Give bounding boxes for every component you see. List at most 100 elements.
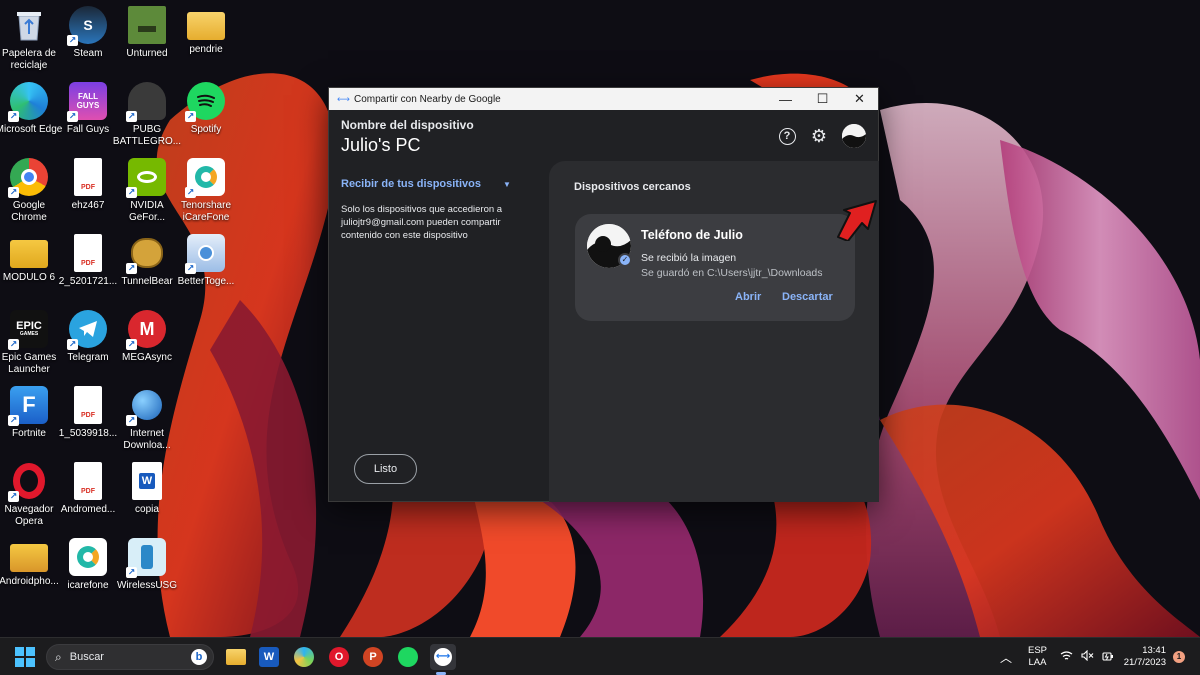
pdf-text: PDF	[81, 184, 95, 191]
notification-center-button[interactable]: 1	[1173, 638, 1185, 675]
saved-path: Se guardó en C:\Users\jjtr_\Downloads	[641, 267, 823, 279]
receive-dropdown[interactable]: Recibir de tus dispositivos ▼	[341, 178, 541, 190]
folder-icon	[10, 240, 48, 268]
system-tray-icons[interactable]	[1060, 638, 1114, 675]
desktop-icon-idm[interactable]: ↗ Internet Downloa...	[118, 386, 176, 458]
window-title: Compartir con Nearby de Google	[354, 93, 501, 105]
settings-button[interactable]: ⚙	[810, 126, 828, 146]
icarefone-icon	[69, 538, 107, 576]
desktop-icon-pdf-2[interactable]: PDF 2_5201721...	[59, 234, 117, 306]
folder-icon	[10, 544, 48, 572]
desktop-icon-pubg[interactable]: ↗ PUBG BATTLEGRO...	[113, 82, 181, 154]
help-icon: ?	[778, 127, 796, 145]
tunnelbear-icon: ↗	[126, 234, 166, 274]
desktop-icon-tunnelbear[interactable]: ↗ TunnelBear	[118, 234, 176, 306]
desktop-icon-megasync[interactable]: M ↗ MEGAsync	[118, 310, 176, 382]
desktop-icon-label: MEGAsync	[121, 352, 172, 363]
desktop-icon-label: copia	[135, 504, 159, 515]
device-name: Julio's PC	[341, 135, 421, 155]
chevron-down-icon: ▼	[502, 179, 511, 189]
nearby-share-icon: ⟷	[434, 648, 452, 666]
nearby-share-taskbar-button[interactable]: ⟷	[430, 644, 456, 670]
desktop-icon-opera[interactable]: ↗ Navegador Opera	[0, 462, 58, 534]
device-name-section: Nombre del dispositivo Julio's PC	[341, 118, 474, 156]
file-explorer-button[interactable]	[225, 646, 247, 668]
maximize-button[interactable]: ☐	[804, 88, 841, 110]
desktop-icon-label: Spotify	[190, 124, 222, 135]
desktop-icon-steam[interactable]: S ↗ Steam	[59, 6, 117, 78]
account-avatar[interactable]	[842, 124, 866, 148]
nearby-share-icon: ⟷	[337, 94, 350, 104]
desktop-icon-recycle-bin[interactable]: Papelera de reciclaje	[0, 6, 58, 78]
done-button[interactable]: Listo	[354, 454, 417, 484]
language-code: ESP	[1028, 645, 1048, 656]
desktop-icon-label: BetterToge...	[177, 276, 235, 287]
steam-text: S	[83, 17, 93, 33]
file-explorer-icon	[226, 649, 246, 665]
epic-games-icon: EPIC GAMES ↗	[8, 310, 48, 350]
desktop-icon-edge[interactable]: ↗ Microsoft Edge	[0, 82, 62, 154]
fortnite-icon: F ↗	[8, 386, 48, 426]
chevron-up-icon: ︿	[1000, 650, 1013, 665]
word-text: W	[139, 473, 155, 489]
word-icon: W	[132, 462, 162, 500]
steam-icon: S ↗	[67, 6, 107, 46]
mega-text: M	[139, 318, 155, 339]
desktop-icon-nvidia[interactable]: ↗ NVIDIA GeFor...	[118, 158, 176, 230]
edge-icon: ↗	[8, 82, 48, 122]
desktop-icon-label: Tenorshare iCareFone	[180, 200, 232, 223]
taskbar-search[interactable]: ⌕ Buscar b	[46, 644, 214, 670]
opera-taskbar-button[interactable]: O	[328, 646, 350, 668]
unturned-icon	[128, 6, 166, 44]
desktop-icon-pendrie[interactable]: pendrie	[177, 6, 235, 78]
desktop-icon-fortnite[interactable]: F ↗ Fortnite	[0, 386, 58, 458]
powerpoint-taskbar-button[interactable]: P	[362, 646, 384, 668]
desktop-icon-fall-guys[interactable]: FALL GUYS ↗ Fall Guys	[59, 82, 117, 154]
desktop-icon-copia[interactable]: W copia	[118, 462, 176, 534]
check-icon: ✓	[618, 253, 632, 267]
open-button[interactable]: Abrir	[735, 291, 761, 303]
clock[interactable]: 13:41 21/7/2023	[1120, 638, 1166, 675]
window-titlebar[interactable]: ⟷ Compartir con Nearby de Google — ☐ ✕	[329, 88, 878, 110]
start-button[interactable]	[14, 646, 36, 668]
desktop-icon-telegram[interactable]: ↗ Telegram	[59, 310, 117, 382]
telegram-icon: ↗	[67, 310, 107, 350]
word-icon: W	[259, 647, 279, 667]
nearby-share-window: ⟷ Compartir con Nearby de Google — ☐ ✕ N…	[328, 87, 879, 502]
word-taskbar-button[interactable]: W	[258, 646, 280, 668]
desktop-icon-spotify[interactable]: ↗ Spotify	[177, 82, 235, 154]
photos-taskbar-button[interactable]	[293, 646, 315, 668]
desktop-icon-pdf-1[interactable]: PDF 1_5039918...	[59, 386, 117, 458]
device-card: ✓ Teléfono de Julio Se recibió la imagen…	[575, 214, 855, 321]
desktop-icon-androidphone[interactable]: Androidpho...	[0, 538, 59, 610]
opera-icon: ↗	[8, 462, 48, 502]
minimize-button[interactable]: —	[767, 88, 804, 110]
icarefone-icon: ↗	[185, 158, 225, 198]
desktop-icon-tenorshare[interactable]: ↗ Tenorshare iCareFone	[177, 158, 235, 230]
spotify-taskbar-button[interactable]	[397, 646, 419, 668]
nearby-devices-title: Dispositivos cercanos	[574, 181, 691, 193]
desktop-icon-modulo6[interactable]: MODULO 6	[0, 234, 58, 306]
opera-icon: O	[329, 647, 349, 667]
spotify-icon: ↗	[185, 82, 225, 122]
desktop-icon-ehz467[interactable]: PDF ehz467	[59, 158, 117, 230]
folder-icon	[187, 12, 225, 40]
desktop-icon-icarefone[interactable]: icarefone	[59, 538, 117, 610]
tray-overflow-button[interactable]: ︿	[1000, 638, 1012, 675]
close-button[interactable]: ✕	[841, 88, 878, 110]
desktop-icon-label: WirelessUSG	[116, 580, 177, 591]
language-indicator[interactable]: ESP LAA	[1028, 638, 1047, 675]
wirelessusg-icon: ↗	[126, 538, 166, 578]
desktop-icon-chrome[interactable]: ↗ Google Chrome	[0, 158, 58, 230]
desktop-icon-unturned[interactable]: Unturned	[118, 6, 176, 78]
desktop-icon-andromeda[interactable]: PDF Andromed...	[59, 462, 117, 534]
desktop-icon-epic-games[interactable]: EPIC GAMES ↗ Epic Games Launcher	[0, 310, 58, 382]
receive-description: Solo los dispositivos que accedieron a j…	[341, 204, 503, 241]
clock-date: 21/7/2023	[1123, 657, 1166, 668]
desktop-icon-bettertogether[interactable]: ↗ BetterToge...	[177, 234, 235, 306]
mega-icon: M ↗	[126, 310, 166, 350]
help-button[interactable]: ?	[778, 127, 796, 145]
dismiss-button[interactable]: Descartar	[782, 291, 833, 303]
desktop-icon-wirelessusg[interactable]: ↗ WirelessUSG	[117, 538, 177, 610]
pubg-icon: ↗	[126, 82, 166, 122]
